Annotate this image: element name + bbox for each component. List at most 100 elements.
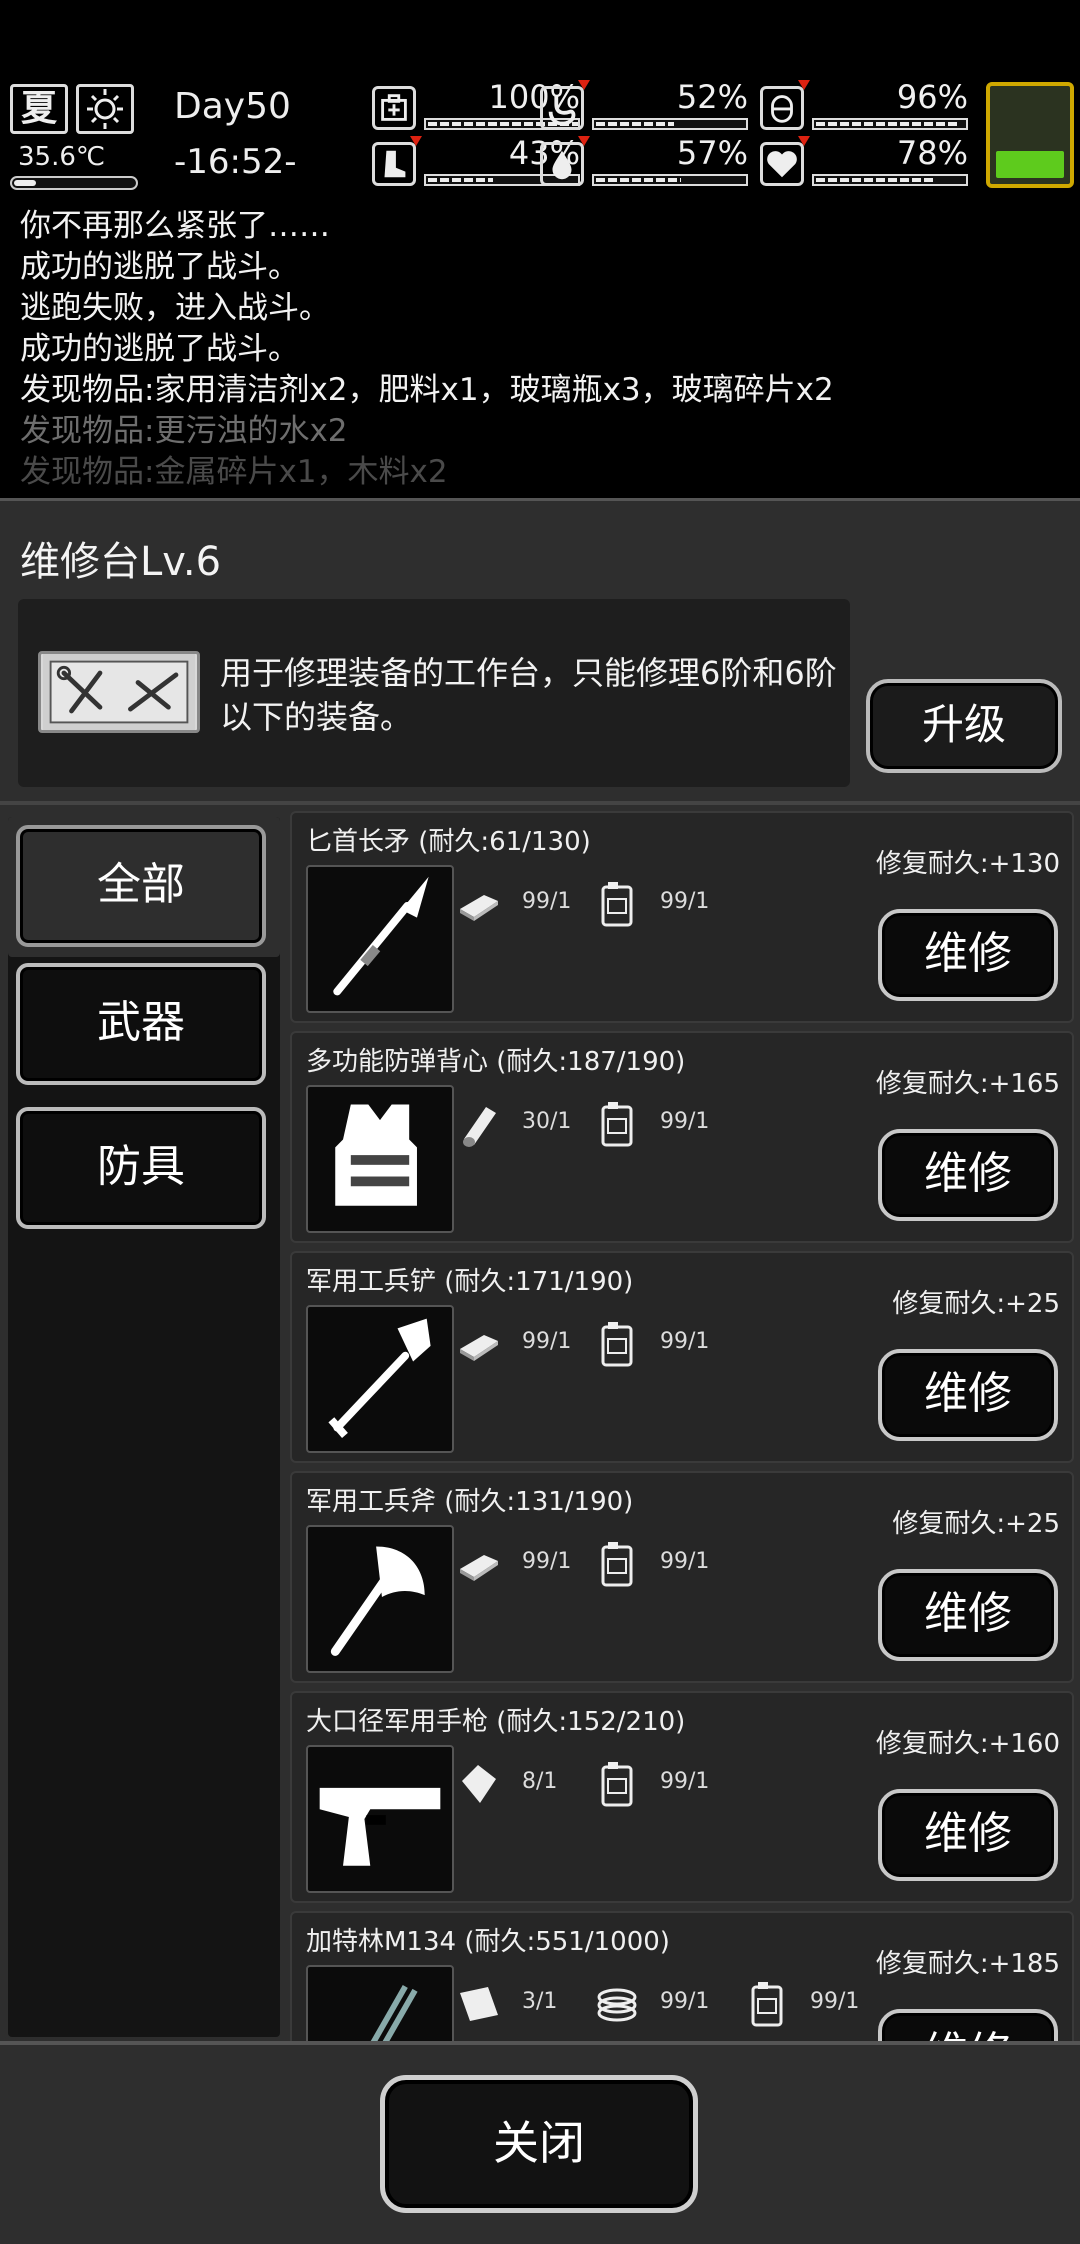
material-count: 30/1 (522, 1109, 572, 1134)
item-name: 加特林M134 (耐久:551/1000) (306, 1927, 670, 1957)
footer-divider (0, 2041, 1080, 2045)
upgrade-button[interactable]: 升级 (866, 679, 1062, 773)
jerrycan-icon (594, 1759, 640, 1809)
status-bar: 夏 35.6℃ Day50 -16:52- 100% 52% 96% 43% 57% 78… (0, 76, 1080, 196)
cloth-icon (456, 1979, 502, 2029)
jerrycan-icon (594, 879, 640, 929)
heart-icon (760, 142, 804, 186)
repair-button[interactable]: 维修 (878, 1789, 1058, 1881)
day-counter: Day50 (174, 86, 291, 127)
metal-plate-icon (456, 1539, 502, 1589)
stat-bar (592, 118, 748, 130)
item-name: 大口径军用手枪 (耐久:152/210) (306, 1707, 686, 1737)
coil-icon (594, 1979, 640, 2029)
item-name: 匕首长矛 (耐久:61/130) (306, 827, 591, 857)
item-name: 军用工兵斧 (耐久:131/190) (306, 1487, 634, 1517)
first-aid-icon (372, 86, 416, 130)
axe-icon (306, 1525, 454, 1673)
repair-item: 加特林M134 (耐久:551/1000) 3/1 99/1 99/1 修复耐久:+18… (290, 1911, 1074, 2041)
panel-title: 维修台Lv.6 (20, 539, 222, 585)
repair-list[interactable]: 匕首长矛 (耐久:61/130) 99/1 99/1 修复耐久:+130 维修 多功能防弹… (286, 811, 1076, 2041)
repair-item: 匕首长矛 (耐久:61/130) 99/1 99/1 修复耐久:+130 维修 (290, 811, 1074, 1023)
repair-amount: 修复耐久:+185 (875, 1949, 1060, 1979)
jerrycan-icon (594, 1319, 640, 1369)
boot-icon (372, 142, 416, 186)
repair-amount: 修复耐久:+160 (875, 1729, 1060, 1759)
repair-button[interactable]: 维修 (878, 1349, 1058, 1441)
material-count: 8/1 (522, 1769, 558, 1794)
shovel-icon (306, 1305, 454, 1453)
repair-button[interactable]: 维修 (878, 1569, 1058, 1661)
gatling-icon (306, 1965, 454, 2041)
spear-icon (306, 865, 454, 1013)
material-count: 99/1 (660, 1769, 710, 1794)
material-count: 99/1 (522, 1329, 572, 1354)
log-line: 发现物品:金属碎片x1，木料x2 (20, 454, 448, 490)
material-count: 99/1 (660, 1549, 710, 1574)
stat-spirit: 78% (760, 134, 978, 188)
falling-arrow-icon (578, 136, 590, 146)
material-count: 99/1 (660, 889, 710, 914)
stat-bar (592, 174, 748, 186)
sun-icon (76, 84, 134, 134)
description-box: 用于修理装备的工作台，只能修理6阶和6阶以下的装备。 (18, 599, 850, 787)
workbench-description: 用于修理装备的工作台，只能修理6阶和6阶以下的装备。 (220, 654, 837, 736)
falling-arrow-icon (798, 136, 810, 146)
pistol-icon (306, 1745, 454, 1893)
close-button[interactable]: 关闭 (380, 2075, 698, 2213)
stat-bar (812, 174, 968, 186)
material-count: 99/1 (660, 1109, 710, 1134)
temperature-text: 35.6℃ (18, 142, 106, 172)
stat-bar (812, 118, 968, 130)
jerrycan-icon (594, 1539, 640, 1589)
event-log[interactable]: 你不再那么紧张了…… 成功的逃脱了战斗。 逃跑失败，进入战斗。 成功的逃脱了战斗。 发现… (0, 206, 1080, 496)
stat-value: 52% (676, 78, 748, 116)
cloth-roll-icon (456, 1099, 502, 1149)
tab-weapons[interactable]: 武器 (16, 963, 266, 1085)
stat-value: 96% (896, 78, 968, 116)
tab-armor[interactable]: 防具 (16, 1107, 266, 1229)
vest-icon (306, 1085, 454, 1233)
repair-amount: 修复耐久:+130 (875, 849, 1060, 879)
repair-item: 军用工兵斧 (耐久:131/190) 99/1 99/1 修复耐久:+25 维修 (290, 1471, 1074, 1683)
metal-plate-icon (456, 1319, 502, 1369)
stomach-icon (540, 86, 584, 130)
stat-value: 57% (676, 134, 748, 172)
repair-item: 多功能防弹背心 (耐久:187/190) 30/1 99/1 修复耐久:+165 维修 (290, 1031, 1074, 1243)
jerrycan-icon (594, 1099, 640, 1149)
repair-item: 军用工兵铲 (耐久:171/190) 99/1 99/1 修复耐久:+25 维修 (290, 1251, 1074, 1463)
log-line: 成功的逃脱了战斗。 (20, 331, 299, 367)
item-name: 军用工兵铲 (耐久:171/190) (306, 1267, 634, 1297)
stat-value: 78% (896, 134, 968, 172)
season-badge: 夏 (10, 84, 68, 134)
stat-hunger: 52% (540, 78, 758, 132)
repair-amount: 修复耐久:+25 (892, 1509, 1060, 1539)
repair-amount: 修复耐久:+25 (892, 1289, 1060, 1319)
material-count: 99/1 (660, 1989, 710, 2014)
log-line: 发现物品:家用清洁剂x2，肥料x1，玻璃瓶x3，玻璃碎片x2 (20, 372, 834, 408)
repair-amount: 修复耐久:+165 (875, 1069, 1060, 1099)
section-divider (0, 801, 1080, 805)
material-count: 99/1 (522, 889, 572, 914)
material-count: 99/1 (522, 1549, 572, 1574)
material-count: 3/1 (522, 1989, 558, 2014)
workbench-icon (38, 651, 200, 733)
battery-indicator (986, 82, 1074, 188)
repair-button[interactable]: 维修 (878, 909, 1058, 1001)
repair-button[interactable]: 维修 (878, 2009, 1058, 2041)
category-tabs: 全部 武器 防具 (8, 817, 280, 2037)
log-line: 发现物品:更污浊的水x2 (20, 413, 348, 449)
repair-item: 大口径军用手枪 (耐久:152/210) 8/1 99/1 修复耐久:+160 维修 (290, 1691, 1074, 1903)
material-count: 99/1 (660, 1329, 710, 1354)
pill-icon (760, 86, 804, 130)
log-line: 成功的逃脱了战斗。 (20, 249, 299, 285)
metal-plate-icon (456, 879, 502, 929)
item-name: 多功能防弹背心 (耐久:187/190) (306, 1047, 686, 1077)
log-line: 逃跑失败，进入战斗。 (20, 290, 330, 326)
falling-arrow-icon (578, 80, 590, 90)
temperature-bar (10, 176, 138, 190)
jerrycan-icon (744, 1979, 790, 2029)
tab-all[interactable]: 全部 (16, 825, 266, 947)
stat-mood: 96% (760, 78, 978, 132)
repair-button[interactable]: 维修 (878, 1129, 1058, 1221)
